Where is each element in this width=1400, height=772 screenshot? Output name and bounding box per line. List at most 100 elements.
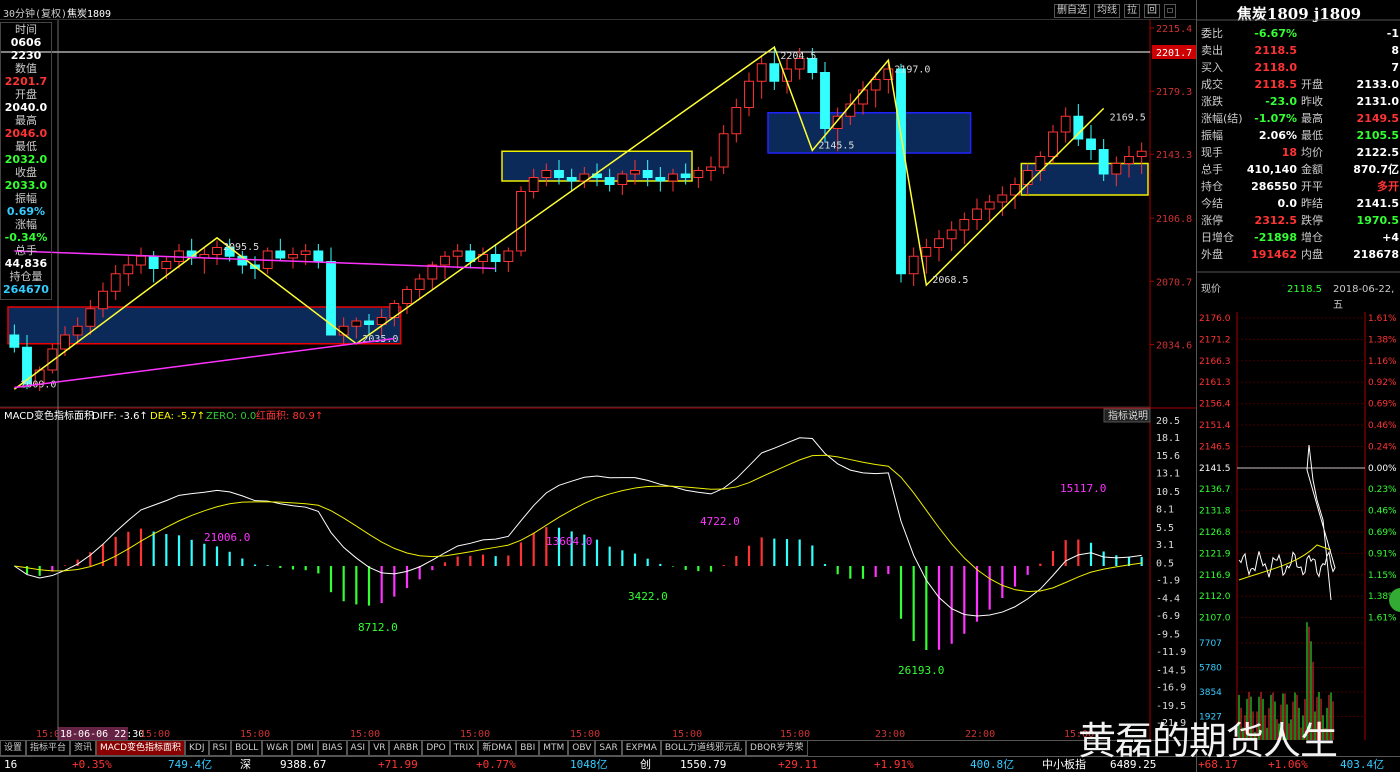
range-box-3 bbox=[767, 112, 972, 154]
candle-body bbox=[630, 170, 640, 175]
indicator-tab[interactable]: BOLL力道线邪元乱 bbox=[660, 741, 747, 756]
quote-cell: 委比 bbox=[1201, 27, 1223, 40]
mini-left-label: 2107.0 bbox=[1199, 614, 1231, 624]
quote-cell: 涨停 bbox=[1201, 214, 1223, 227]
candle-body bbox=[1073, 115, 1084, 140]
indicator-tab[interactable]: DMI bbox=[292, 741, 318, 756]
quote-cell: 开平 bbox=[1301, 180, 1323, 193]
status-item: +0.35% bbox=[72, 758, 112, 771]
indicator-tab[interactable]: BBI bbox=[516, 741, 540, 756]
candle-body bbox=[997, 194, 1008, 203]
candle-body bbox=[896, 68, 906, 275]
candle-body bbox=[984, 201, 995, 210]
macd-tick-label: 15.6 bbox=[1156, 451, 1180, 462]
indicator-tab[interactable]: MACD变色指标面积 bbox=[96, 741, 186, 756]
quote-cell: 开盘 bbox=[1301, 78, 1323, 91]
indicator-tab[interactable]: MTM bbox=[539, 741, 569, 756]
quote-cell: 0.0 bbox=[1277, 197, 1298, 210]
indicator-tab[interactable]: SAR bbox=[595, 741, 622, 756]
indicator-tab[interactable]: ASI bbox=[346, 741, 370, 756]
info-value: 2230 bbox=[10, 49, 42, 62]
candle-body bbox=[364, 320, 374, 325]
macd-tick-label: 0.5 bbox=[1156, 558, 1174, 569]
mini-left-label: 2116.9 bbox=[1199, 571, 1231, 581]
indicator-tab[interactable]: KDJ bbox=[185, 741, 209, 756]
indicator-tab[interactable]: 资讯 bbox=[70, 741, 97, 756]
quote-cell: 18 bbox=[1281, 146, 1297, 159]
quote-cell: 2141.5 bbox=[1356, 197, 1399, 210]
candle-body bbox=[72, 325, 83, 336]
macd-tick-label: 3.1 bbox=[1156, 540, 1174, 551]
price-tick-label: 2034.6 bbox=[1156, 340, 1192, 351]
mini-right-label: 0.00% bbox=[1368, 464, 1397, 474]
mini-right-label: 0.69% bbox=[1368, 528, 1397, 538]
quote-cell: 2118.0 bbox=[1254, 61, 1297, 74]
candle-body bbox=[541, 170, 552, 178]
indicator-tab[interactable]: 指标平台 bbox=[26, 741, 71, 756]
indicator-tab[interactable]: BIAS bbox=[317, 741, 347, 756]
candle-body bbox=[148, 255, 159, 269]
indicator-tab[interactable]: BOLL bbox=[231, 741, 263, 756]
macd-header: MACD变色指标面积 bbox=[4, 409, 94, 422]
trading-window: 30分钟(复权) 焦炭1809 删自选均线拉回☐ 2215.42201.7217… bbox=[0, 0, 1400, 772]
candle-body bbox=[718, 133, 729, 168]
macd-area-label: 15117.0 bbox=[1060, 482, 1106, 495]
quote-cell: 7 bbox=[1391, 61, 1399, 74]
indicator-tab[interactable]: OBV bbox=[568, 741, 596, 756]
quote-cell: 成交 bbox=[1201, 78, 1223, 91]
candle-body bbox=[528, 177, 539, 192]
status-item: 1048亿 bbox=[570, 758, 608, 771]
candle-body bbox=[554, 170, 564, 178]
mini-right-label: 0.23% bbox=[1368, 485, 1397, 495]
mini-left-label: 2121.9 bbox=[1199, 549, 1231, 559]
quote-cell: 2122.5 bbox=[1356, 146, 1399, 159]
candle-body bbox=[1124, 156, 1134, 164]
indicator-tab[interactable]: RSI bbox=[208, 741, 232, 756]
mini-right-label: 0.46% bbox=[1368, 507, 1397, 517]
mini-right-label: 0.24% bbox=[1368, 442, 1397, 452]
time-tick-label: 15:00 bbox=[350, 729, 380, 740]
macd-tick-label: -16.9 bbox=[1156, 682, 1186, 693]
status-item: 创 bbox=[640, 758, 651, 771]
indicator-tab[interactable]: TRIX bbox=[449, 741, 479, 756]
indicator-tab[interactable]: EXPMA bbox=[621, 741, 661, 756]
candlestick-chart[interactable]: 2215.4 2201.7 2179.3 2143.3 2106.8 2070.7 2034… bbox=[0, 0, 1196, 740]
indicator-tab[interactable]: VR bbox=[369, 741, 390, 756]
quote-cell: 外盘 bbox=[1201, 248, 1223, 261]
time-tick-label: 15:00 bbox=[460, 729, 490, 740]
candle-body bbox=[98, 290, 108, 310]
time-tick-label: 22:00 bbox=[965, 729, 995, 740]
quote-cell: 218678 bbox=[1353, 248, 1399, 261]
indicator-tab[interactable]: W&R bbox=[262, 741, 293, 756]
weibo-watermark: 黄磊的期货人生 bbox=[1078, 719, 1338, 763]
zigzag-label: 2068.5 bbox=[932, 275, 968, 286]
quote-row: 振幅 2.06% 最低 2105.5 bbox=[1197, 128, 1400, 144]
time-tick-label: 15:00 bbox=[780, 729, 810, 740]
candle-body bbox=[934, 238, 944, 248]
indicator-tab[interactable]: ARBR bbox=[389, 741, 423, 756]
indicator-tab[interactable]: 设置 bbox=[0, 741, 27, 756]
macd-tick-label: -6.9 bbox=[1156, 611, 1180, 622]
macd-area-label: 3422.0 bbox=[628, 590, 668, 603]
time-tick-label: 18-06-06 22:30 bbox=[60, 729, 144, 740]
mini-left-label: 2146.5 bbox=[1199, 442, 1231, 452]
candle-body bbox=[516, 191, 526, 252]
indicator-tab[interactable]: 新DMA bbox=[478, 741, 517, 756]
info-label: 最低 bbox=[15, 140, 37, 153]
candle-body bbox=[946, 229, 957, 240]
mini-right-label: 1.16% bbox=[1368, 357, 1397, 367]
quote-row: 持仓 286550 开平 多开 bbox=[1197, 179, 1400, 195]
quote-cell: -1.07% bbox=[1254, 112, 1297, 125]
quote-cell: 2.06% bbox=[1258, 129, 1297, 142]
indicator-tab[interactable]: DPO bbox=[422, 741, 450, 756]
indicator-tab[interactable]: DBQR岁芳荣 bbox=[746, 741, 808, 756]
quote-panel: 焦炭1809 j1809 2176.0 2171.2 2166.3 2161.3 215… bbox=[1196, 0, 1400, 772]
quote-cell: 昨结 bbox=[1301, 197, 1323, 210]
macd-tick-label: 10.5 bbox=[1156, 487, 1180, 498]
candle-body bbox=[9, 334, 20, 348]
quote-cell: 2133.0 bbox=[1356, 78, 1399, 91]
info-value: -0.34% bbox=[4, 231, 48, 244]
macd-header: DEA: -5.7↑ bbox=[150, 411, 205, 422]
mini-right-label: 1.38% bbox=[1368, 335, 1397, 345]
quote-cell: 2312.5 bbox=[1254, 214, 1297, 227]
